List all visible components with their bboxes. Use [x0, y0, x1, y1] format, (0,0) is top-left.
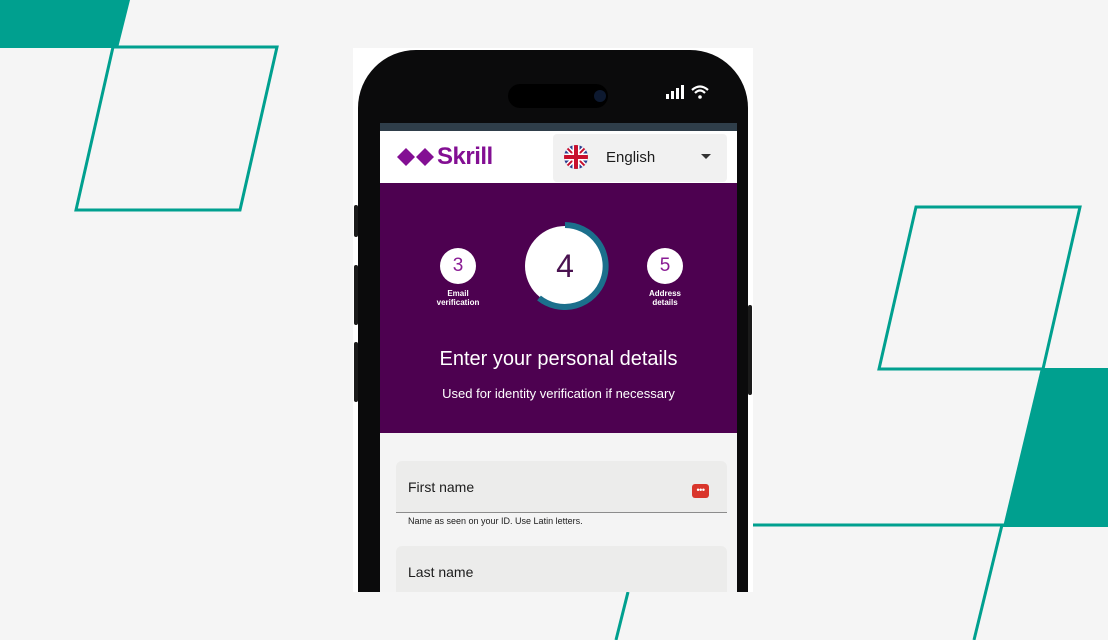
- step-next-caption: Address details: [635, 289, 695, 307]
- first-name-hint: Name as seen on your ID. Use Latin lette…: [408, 516, 583, 526]
- last-name-field[interactable]: Last name: [396, 546, 727, 592]
- step-current-number: 4: [556, 248, 574, 284]
- page-title: Enter your personal details: [439, 348, 678, 370]
- step-previous-caption-line2: verification: [436, 298, 480, 307]
- dynamic-island: [508, 84, 608, 108]
- signal-icon: [666, 85, 691, 103]
- language-label: English: [606, 149, 656, 166]
- phone-side-button: [354, 265, 358, 325]
- phone-frame: Skrill English 3 Email verification 4 5 …: [354, 50, 752, 592]
- step-previous-number: 3: [440, 248, 476, 284]
- browser-strip: [380, 123, 737, 131]
- wifi-icon: [691, 85, 709, 103]
- chevron-down-icon: [701, 154, 711, 159]
- first-name-label: First name: [408, 479, 475, 495]
- first-name-field[interactable]: First name •••: [396, 461, 727, 513]
- phone-mockup: Skrill English 3 Email verification 4 5 …: [353, 48, 753, 592]
- header: Skrill English: [380, 131, 737, 183]
- language-select[interactable]: English: [553, 134, 727, 182]
- status-bar: [666, 85, 709, 103]
- camera-icon: [594, 90, 606, 102]
- progress-banner: 3 Email verification 4 5 Address details…: [380, 183, 737, 433]
- skrill-diamond-icon: [397, 148, 434, 166]
- phone-side-button: [748, 305, 752, 395]
- step-next-caption-line1: Address: [648, 289, 681, 298]
- last-name-label: Last name: [408, 564, 474, 580]
- logo-text: Skrill: [437, 143, 493, 170]
- step-next-number: 5: [647, 248, 683, 284]
- phone-side-button: [354, 342, 358, 402]
- step-previous-caption: Email verification: [428, 289, 488, 307]
- step-next-caption-line2: details: [652, 298, 678, 307]
- step-previous-caption-line1: Email: [447, 289, 469, 298]
- skrill-logo[interactable]: Skrill: [397, 143, 493, 171]
- password-manager-icon[interactable]: •••: [692, 484, 709, 498]
- page-subtitle: Used for identity verification if necess…: [442, 386, 675, 401]
- uk-flag-icon: [564, 145, 588, 169]
- phone-side-button: [354, 205, 358, 237]
- app-screen: Skrill English 3 Email verification 4 5 …: [380, 123, 737, 592]
